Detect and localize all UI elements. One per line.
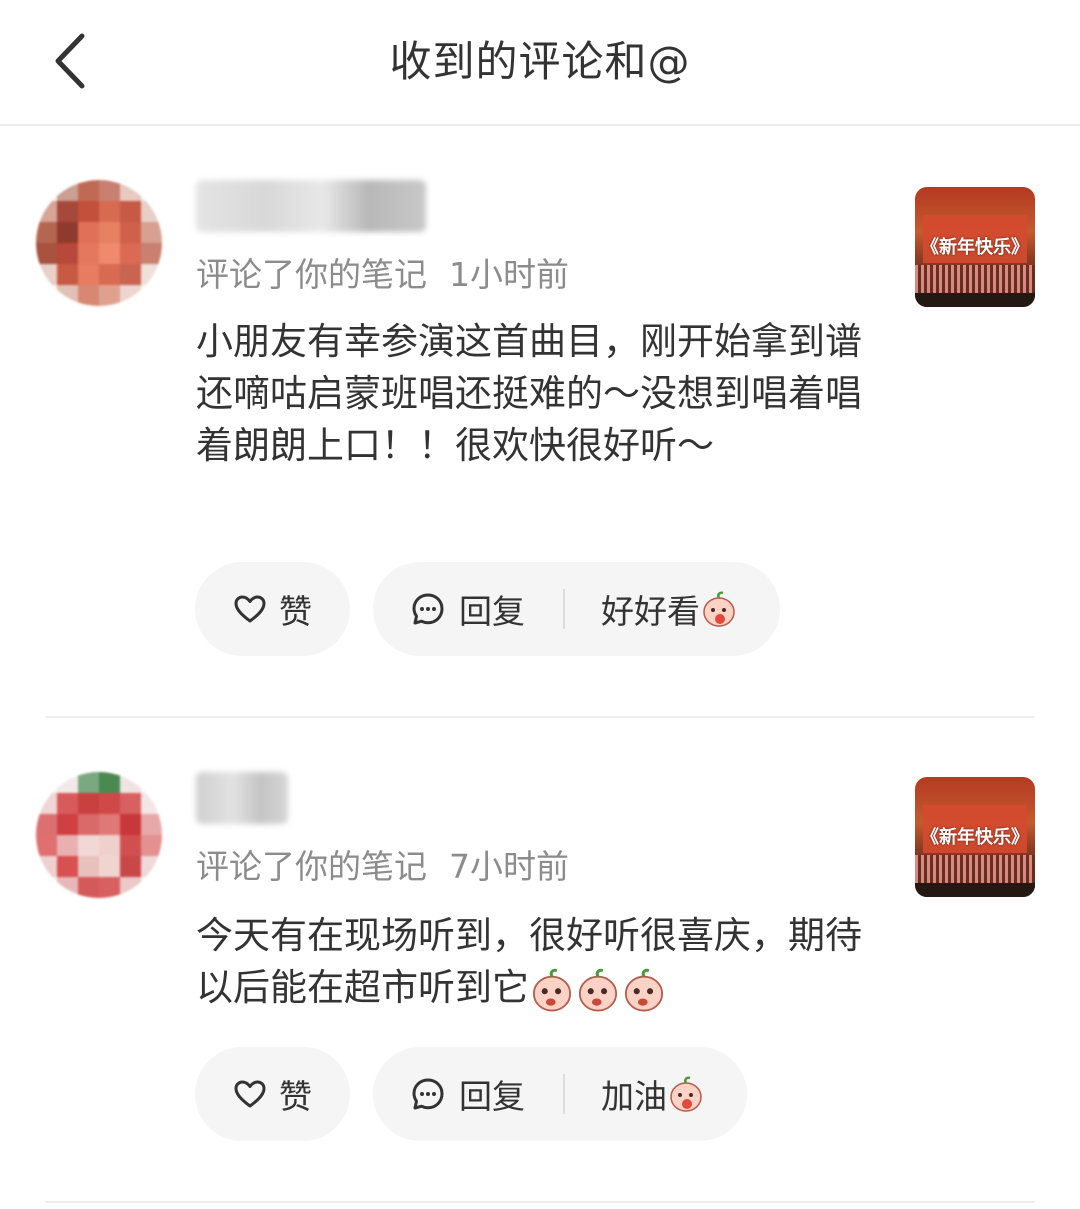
quick-reply-button[interactable]: 加油 bbox=[601, 1070, 705, 1118]
reply-label: 回复 bbox=[459, 592, 525, 631]
quick-reply-button[interactable]: 好好看 bbox=[601, 585, 738, 633]
reply-button[interactable]: 回复 bbox=[411, 1070, 525, 1118]
chat-bubble-icon bbox=[412, 593, 444, 625]
page-title: 收到的评论和@ bbox=[389, 37, 691, 86]
divider bbox=[563, 589, 565, 629]
quick-reply-text: 好好看 bbox=[601, 592, 700, 631]
like-button[interactable]: 赞 bbox=[195, 1047, 350, 1141]
comment-text: 小朋友有幸参演这首曲目，刚开始拿到谱还嘀咕启蒙班唱还挺难的～没想到唱着唱着朗朗上… bbox=[196, 320, 862, 467]
username[interactable] bbox=[196, 772, 288, 824]
reply-button[interactable]: 回复 bbox=[411, 585, 525, 633]
comment-action: 评论了你的笔记 bbox=[196, 847, 427, 886]
peach-face-emoji bbox=[624, 968, 664, 1011]
comment-action: 评论了你的笔记 bbox=[196, 255, 427, 294]
reply-actions: 回复 加油 bbox=[373, 1047, 747, 1141]
heart-outline-icon bbox=[234, 595, 266, 623]
peach-face-emoji bbox=[532, 968, 572, 1011]
note-thumb-caption: 《新年快乐》 bbox=[921, 237, 1029, 258]
peach-face-emoji bbox=[703, 591, 735, 627]
note-thumbnail[interactable]: 《新年快乐》 bbox=[915, 777, 1035, 897]
username[interactable] bbox=[196, 180, 426, 232]
reply-label: 回复 bbox=[459, 1077, 525, 1116]
like-label: 赞 bbox=[279, 592, 312, 631]
like-button[interactable]: 赞 bbox=[195, 562, 350, 656]
like-label: 赞 bbox=[279, 1077, 312, 1116]
peach-face-emoji bbox=[578, 968, 618, 1011]
comment-time: 7小时前 bbox=[449, 847, 569, 886]
comment-text: 今天有在现场听到，很好听很喜庆，期待以后能在超市听到它 bbox=[196, 910, 876, 1014]
quick-reply-text: 加油 bbox=[601, 1077, 667, 1116]
heart-outline-icon bbox=[234, 1080, 266, 1108]
reply-actions: 回复 好好看 bbox=[373, 562, 780, 656]
top-bar: 收到的评论和@ bbox=[0, 0, 1080, 126]
comment-divider bbox=[45, 716, 1035, 718]
comment-meta: 评论了你的笔记 1小时前 bbox=[196, 248, 569, 296]
comment-meta: 评论了你的笔记 7小时前 bbox=[196, 840, 569, 888]
chat-bubble-icon bbox=[412, 1078, 444, 1110]
note-thumbnail[interactable]: 《新年快乐》 bbox=[915, 187, 1035, 307]
avatar[interactable] bbox=[36, 772, 162, 898]
comment-time: 1小时前 bbox=[449, 255, 569, 294]
divider bbox=[563, 1074, 565, 1114]
avatar[interactable] bbox=[36, 180, 162, 306]
note-thumb-caption: 《新年快乐》 bbox=[921, 827, 1029, 848]
peach-face-emoji bbox=[670, 1076, 702, 1112]
comment-divider bbox=[45, 1201, 1035, 1203]
